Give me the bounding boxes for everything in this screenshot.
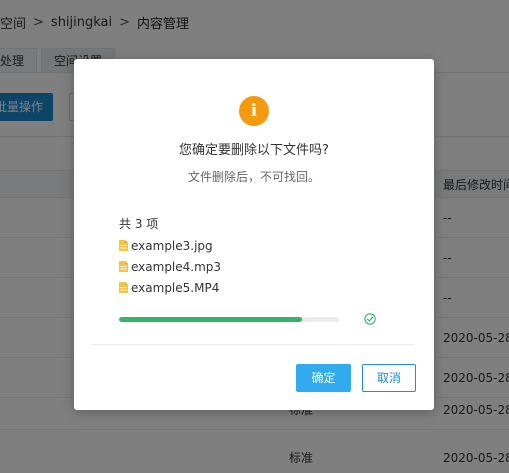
progress-fill	[119, 317, 302, 322]
file-list: example3.jpg example4.mp3 example5.MP4	[119, 235, 221, 298]
check-circle-icon	[364, 313, 376, 325]
file-icon	[119, 282, 128, 293]
dialog-subtitle: 文件删除后，不可找回。	[187, 170, 320, 184]
list-item: example4.mp3	[119, 256, 221, 277]
file-name: example3.jpg	[131, 238, 213, 253]
delete-progress-bar	[119, 317, 339, 322]
delete-confirm-dialog: i 您确定要删除以下文件吗? 文件删除后，不可找回。 共 3 项 example…	[74, 59, 434, 410]
dialog-title: 您确定要删除以下文件吗?	[179, 143, 329, 158]
dialog-divider	[91, 344, 415, 345]
file-icon	[119, 240, 128, 251]
file-icon	[119, 261, 128, 272]
cancel-button[interactable]: 取消	[362, 364, 416, 392]
warning-info-icon: i	[239, 96, 269, 126]
list-item: example3.jpg	[119, 235, 221, 256]
close-icon[interactable]	[416, 61, 428, 73]
list-item: example5.MP4	[119, 277, 221, 298]
file-count: 共 3 项	[119, 217, 159, 231]
file-name: example4.mp3	[131, 259, 222, 274]
confirm-button[interactable]: 确定	[296, 364, 351, 392]
file-name: example5.MP4	[131, 280, 220, 295]
